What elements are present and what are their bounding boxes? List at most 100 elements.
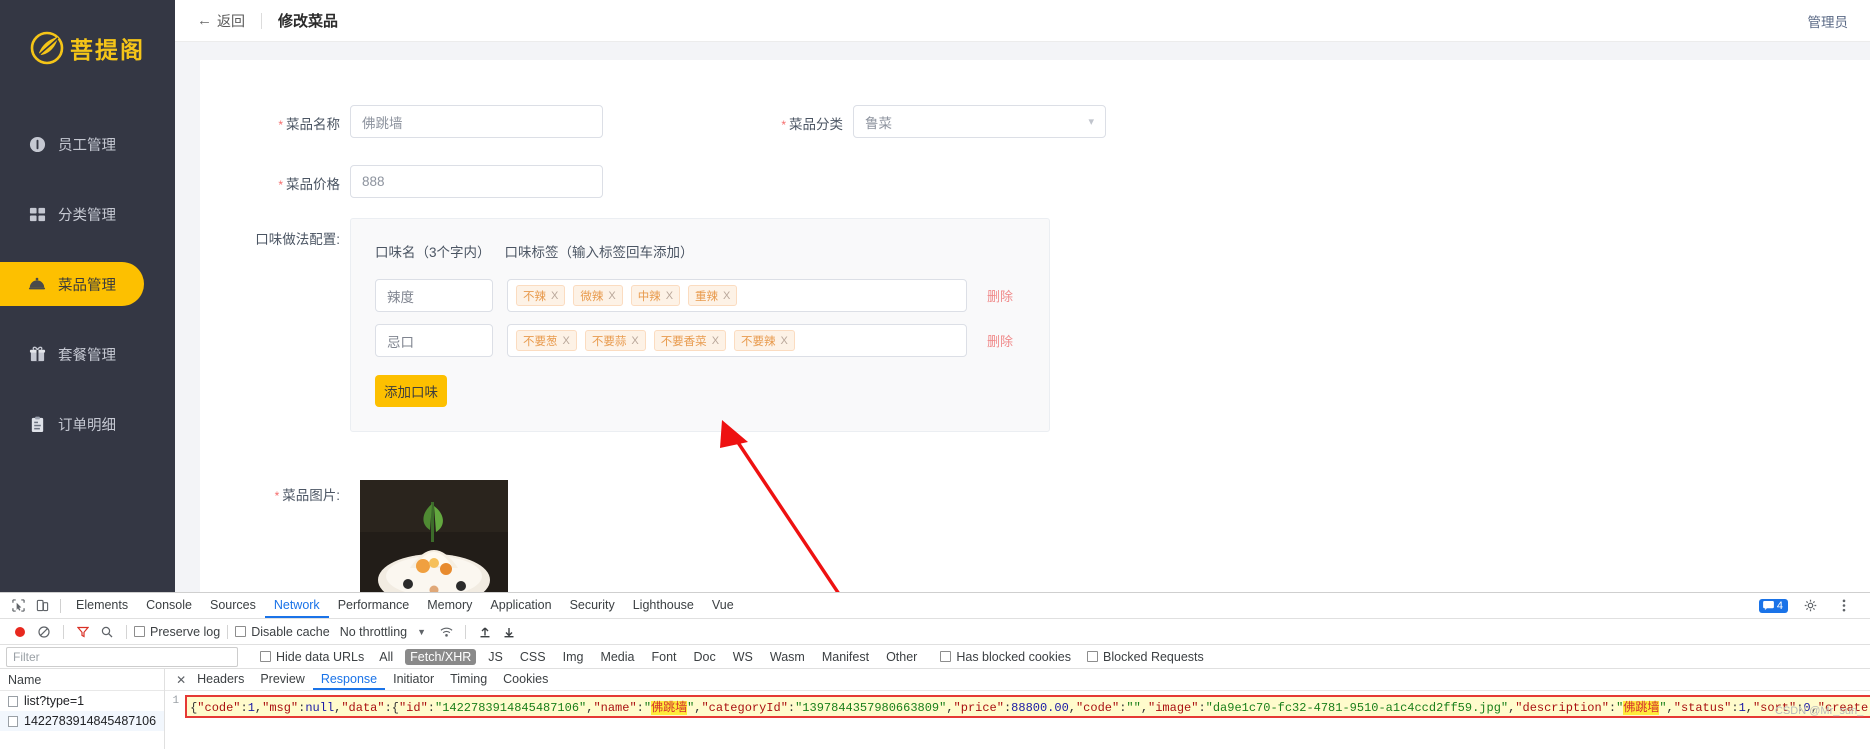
- flavor-tag[interactable]: 重辣X: [688, 285, 737, 306]
- message-count-badge[interactable]: 4: [1759, 599, 1788, 613]
- response-json-text[interactable]: {"code":1,"msg":null,"data":{"id":"14227…: [185, 695, 1870, 718]
- devtools-tab-lighthouse[interactable]: Lighthouse: [624, 593, 703, 618]
- devtools-tab-sources[interactable]: Sources: [201, 593, 265, 618]
- flavor-name-input[interactable]: 忌口: [375, 324, 493, 357]
- flavor-tag[interactable]: 不要香菜X: [654, 330, 726, 351]
- filter-type-wasm[interactable]: Wasm: [765, 649, 810, 665]
- network-conditions-icon[interactable]: [434, 621, 458, 643]
- flavor-tag[interactable]: 不要葱X: [516, 330, 577, 351]
- devtools-tab-performance[interactable]: Performance: [329, 593, 419, 618]
- sidebar-item-order[interactable]: 订单明细: [0, 402, 175, 446]
- blocked-requests-checkbox[interactable]: Blocked Requests: [1087, 650, 1204, 664]
- device-toolbar-icon[interactable]: [30, 595, 54, 617]
- export-har-icon[interactable]: [497, 621, 521, 643]
- flavor-tag[interactable]: 不辣X: [516, 285, 565, 306]
- devtools-tab-elements[interactable]: Elements: [67, 593, 137, 618]
- flavor-tag[interactable]: 不要辣X: [734, 330, 795, 351]
- back-button[interactable]: ← 返回: [197, 11, 245, 31]
- flavor-tags-input[interactable]: 不要葱X 不要蒜X 不要香菜X 不要辣X: [507, 324, 967, 357]
- devtools-tab-vue[interactable]: Vue: [703, 593, 743, 618]
- network-filterbar: Filter Hide data URLs All Fetch/XHR JS C…: [0, 645, 1870, 669]
- filter-type-doc[interactable]: Doc: [689, 649, 721, 665]
- request-name: list?type=1: [24, 694, 84, 708]
- list-item[interactable]: 1422783914845487106: [0, 711, 164, 731]
- tag-remove-icon[interactable]: X: [551, 290, 558, 302]
- devtools-tab-application[interactable]: Application: [481, 593, 560, 618]
- filter-funnel-icon[interactable]: [71, 621, 95, 643]
- devtools-tab-memory[interactable]: Memory: [418, 593, 481, 618]
- delete-flavor-row-link[interactable]: 删除: [987, 286, 1013, 305]
- tag-remove-icon[interactable]: X: [563, 335, 570, 347]
- has-blocked-cookies-checkbox[interactable]: Has blocked cookies: [940, 650, 1071, 664]
- filter-type-all[interactable]: All: [374, 649, 398, 665]
- response-tab-cookies[interactable]: Cookies: [495, 669, 556, 690]
- response-tab-response[interactable]: Response: [313, 669, 385, 690]
- sidebar: 菩提阁 员工管理 分类管理: [0, 0, 175, 592]
- response-tab-initiator[interactable]: Initiator: [385, 669, 442, 690]
- back-label: 返回: [217, 11, 245, 31]
- dish-image-preview[interactable]: [360, 480, 508, 592]
- devtools-tab-security[interactable]: Security: [561, 593, 624, 618]
- record-button[interactable]: [8, 621, 32, 643]
- dish-category-select[interactable]: 鲁菜 ▾: [853, 105, 1106, 138]
- clear-button[interactable]: [32, 621, 56, 643]
- tag-remove-icon[interactable]: X: [666, 290, 673, 302]
- filter-type-img[interactable]: Img: [558, 649, 589, 665]
- filter-type-font[interactable]: Font: [646, 649, 681, 665]
- sidebar-item-dish[interactable]: 菜品管理: [0, 262, 144, 306]
- tag-remove-icon[interactable]: X: [781, 335, 788, 347]
- inspect-element-icon[interactable]: [6, 595, 30, 617]
- tag-remove-icon[interactable]: X: [723, 290, 730, 302]
- sidebar-item-setmeal[interactable]: 套餐管理: [0, 332, 175, 376]
- import-har-icon[interactable]: [473, 621, 497, 643]
- response-tab-headers[interactable]: Headers: [189, 669, 252, 690]
- dish-price-input[interactable]: 888: [350, 165, 603, 198]
- filter-type-manifest[interactable]: Manifest: [817, 649, 874, 665]
- filter-type-js[interactable]: JS: [483, 649, 508, 665]
- filter-type-css[interactable]: CSS: [515, 649, 551, 665]
- sidebar-item-label: 套餐管理: [58, 344, 116, 365]
- filter-type-fetch-xhr[interactable]: Fetch/XHR: [405, 649, 476, 665]
- flavor-tag[interactable]: 微辣 X: [573, 285, 622, 306]
- flavor-tag-label: 微辣: [580, 288, 603, 304]
- filter-type-media[interactable]: Media: [595, 649, 639, 665]
- flavor-tags-input[interactable]: 不辣X 微辣 X 中辣 X 重辣X: [507, 279, 967, 312]
- network-body: Name list?type=1 1422783914845487106 ✕ H…: [0, 669, 1870, 749]
- tag-remove-icon[interactable]: X: [631, 335, 638, 347]
- admin-user-label[interactable]: 管理员: [1808, 11, 1849, 31]
- flavor-tag[interactable]: 不要蒜X: [585, 330, 646, 351]
- list-item[interactable]: list?type=1: [0, 691, 164, 711]
- filter-type-ws[interactable]: WS: [728, 649, 758, 665]
- response-tab-preview[interactable]: Preview: [252, 669, 312, 690]
- sidebar-item-employee[interactable]: 员工管理: [0, 122, 175, 166]
- tag-remove-icon[interactable]: X: [712, 335, 719, 347]
- hide-data-urls-checkbox[interactable]: Hide data URLs: [260, 650, 364, 664]
- response-tab-timing[interactable]: Timing: [442, 669, 495, 690]
- clipboard-icon: [28, 415, 46, 433]
- request-name: 1422783914845487106: [24, 714, 156, 728]
- sidebar-item-label: 订单明细: [58, 414, 116, 435]
- filter-type-other[interactable]: Other: [881, 649, 922, 665]
- dish-name-input[interactable]: 佛跳墙: [350, 105, 603, 138]
- settings-gear-icon[interactable]: [1798, 595, 1822, 617]
- delete-flavor-row-link[interactable]: 删除: [987, 331, 1013, 350]
- add-flavor-button[interactable]: 添加口味: [375, 375, 447, 407]
- chevron-down-icon[interactable]: ▼: [417, 627, 426, 637]
- flavor-tag-label: 中辣: [638, 288, 661, 304]
- sidebar-item-category[interactable]: 分类管理: [0, 192, 175, 236]
- filter-input[interactable]: Filter: [6, 647, 238, 667]
- page-title: 修改菜品: [278, 10, 338, 31]
- preserve-log-checkbox[interactable]: Preserve log: [134, 625, 220, 639]
- flavor-tag[interactable]: 中辣 X: [631, 285, 680, 306]
- flavor-name-input[interactable]: 辣度: [375, 279, 493, 312]
- throttling-select[interactable]: No throttling: [340, 625, 407, 639]
- tag-remove-icon[interactable]: X: [608, 290, 615, 302]
- search-icon[interactable]: [95, 621, 119, 643]
- leaf-logo-icon: [30, 31, 64, 65]
- more-options-icon[interactable]: [1832, 595, 1856, 617]
- response-body: 1 {"code":1,"msg":null,"data":{"id":"142…: [165, 691, 1870, 718]
- devtools-tab-network[interactable]: Network: [265, 593, 329, 618]
- disable-cache-checkbox[interactable]: Disable cache: [235, 625, 330, 639]
- close-icon[interactable]: ✕: [173, 673, 189, 687]
- devtools-tab-console[interactable]: Console: [137, 593, 201, 618]
